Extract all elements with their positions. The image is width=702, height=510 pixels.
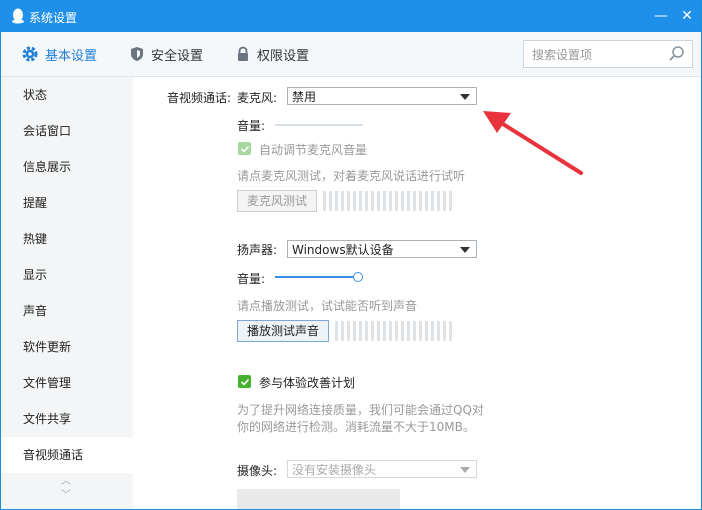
speaker-level-meter — [335, 321, 452, 341]
sidebar-item-software-update[interactable]: 软件更新 — [1, 329, 133, 365]
settings-content: 音视频通话: 麦克风: 禁用 音量: 自动调节麦克风音量 请点麦克风测试，对着麦… — [133, 77, 701, 509]
sidebar-item-reminder[interactable]: 提醒 — [1, 185, 133, 221]
dropdown-arrow-icon — [460, 247, 470, 253]
checkmark-icon — [240, 145, 249, 153]
speaker-label: 扬声器: — [237, 243, 278, 257]
play-test-sound-button[interactable]: 播放测试声音 — [237, 320, 329, 342]
sidebar-item-info-display[interactable]: 信息展示 — [1, 149, 133, 185]
shield-icon — [131, 47, 143, 61]
settings-search-input[interactable]: 搜索设置项 — [523, 40, 693, 68]
mic-volume-slider — [275, 124, 363, 126]
auto-adjust-checkbox[interactable] — [238, 142, 251, 155]
window-title: 系统设置 — [29, 11, 78, 25]
mic-test-button[interactable]: 麦克风测试 — [237, 190, 317, 212]
tab-label: 安全设置 — [151, 48, 204, 64]
close-button[interactable]: ✕ — [677, 5, 697, 27]
mic-hint: 请点麦克风测试，对着麦克风说话进行试听 — [237, 169, 466, 183]
camera-select[interactable]: 没有安装摄像头 — [287, 460, 477, 478]
sidebar-item-av-call[interactable]: 音视频通话 — [1, 437, 133, 473]
improve-desc-line2: 你的网络进行检测。消耗流量不大于10MB。 — [237, 420, 475, 434]
improve-desc-line1: 为了提升网络连接质量，我们可能会通过QQ对 — [237, 403, 484, 417]
tab-permission-settings[interactable]: 权限设置 — [235, 32, 309, 76]
settings-sidebar: 状态 会话窗口 信息展示 提醒 热键 显示 声音 软件更新 文件管理 文件共享 … — [1, 77, 133, 509]
mic-volume-label: 音量: — [237, 119, 266, 133]
sidebar-scroll-arrows: ︿ ﹀ — [61, 475, 71, 503]
speaker-volume-knob[interactable] — [353, 272, 363, 282]
auto-adjust-label: 自动调节麦克风音量 — [259, 143, 368, 157]
tab-basic-settings[interactable]: 基本设置 — [21, 32, 97, 76]
gear-icon — [22, 46, 38, 62]
sidebar-item-display[interactable]: 显示 — [1, 257, 133, 293]
checkmark-icon — [240, 378, 249, 386]
settings-toolbar: 基本设置 安全设置 权限设置 搜索设置项 — [1, 32, 701, 77]
dropdown-arrow-icon — [460, 94, 470, 100]
search-placeholder: 搜索设置项 — [532, 48, 593, 62]
sidebar-item-sound[interactable]: 声音 — [1, 293, 133, 329]
sidebar-item-file-sharing[interactable]: 文件共享 — [1, 401, 133, 437]
tab-label: 权限设置 — [257, 48, 310, 64]
settings-window: 系统设置 — ✕ 基本设置 安全设置 权限设置 搜索设置项 状态 会话窗口 信息… — [0, 0, 702, 510]
speaker-hint: 请点播放测试，试试能否听到声音 — [237, 299, 418, 313]
av-section-label: 音视频通话: — [167, 91, 232, 105]
search-icon[interactable] — [668, 45, 686, 63]
camera-label: 摄像头: — [237, 464, 278, 478]
chevron-down-icon[interactable]: ﹀ — [61, 489, 71, 503]
speaker-select-value: Windows默认设备 — [292, 243, 394, 257]
sidebar-item-file-management[interactable]: 文件管理 — [1, 365, 133, 401]
qq-penguin-icon — [12, 8, 24, 24]
dropdown-arrow-icon — [460, 467, 470, 473]
speaker-select[interactable]: Windows默认设备 — [287, 240, 477, 258]
sidebar-item-hotkey[interactable]: 热键 — [1, 221, 133, 257]
tab-label: 基本设置 — [45, 48, 98, 64]
speaker-volume-label: 音量: — [237, 272, 266, 286]
mic-select[interactable]: 禁用 — [287, 87, 477, 105]
title-bar: 系统设置 — ✕ — [1, 1, 701, 32]
mic-level-meter — [323, 191, 452, 211]
sidebar-item-chat-window[interactable]: 会话窗口 — [1, 113, 133, 149]
speaker-volume-fill — [275, 276, 357, 278]
lock-icon — [238, 46, 248, 61]
camera-select-value: 没有安装摄像头 — [292, 463, 377, 477]
improve-program-label: 参与体验改善计划 — [259, 376, 356, 390]
sidebar-item-status[interactable]: 状态 — [1, 77, 133, 113]
annotation-arrow-icon — [483, 111, 583, 175]
minimize-button[interactable]: — — [651, 5, 671, 27]
chevron-up-icon[interactable]: ︿ — [61, 475, 71, 489]
mic-select-value: 禁用 — [292, 90, 317, 104]
mic-label: 麦克风: — [237, 91, 278, 105]
camera-preview — [237, 489, 400, 509]
improve-program-checkbox[interactable] — [238, 375, 251, 388]
tab-security-settings[interactable]: 安全设置 — [129, 32, 203, 76]
